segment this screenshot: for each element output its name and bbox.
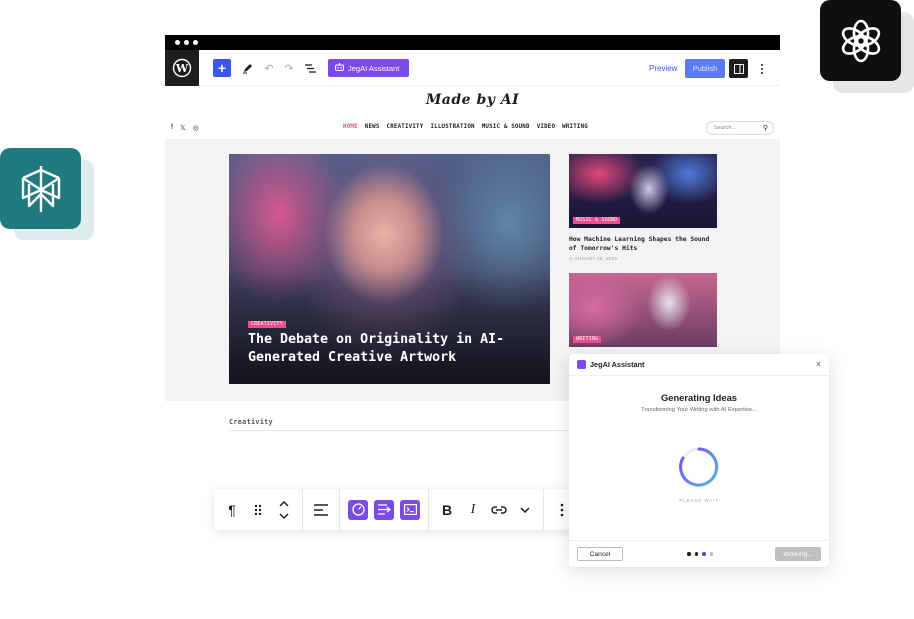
site-title: Made by AI — [425, 92, 520, 108]
nav-item-creativity[interactable]: CREATIVITY — [387, 124, 424, 130]
progress-dot — [709, 552, 713, 556]
working-button: Working... — [775, 547, 821, 561]
block-toolbar-group — [340, 489, 429, 530]
block-toolbar: ¶ B I — [214, 489, 601, 530]
jegai-assistant-button[interactable]: JegAI Assistant — [328, 59, 409, 77]
close-icon[interactable]: × — [816, 359, 821, 369]
please-wait-text: PLEASE WAIT — [679, 498, 719, 503]
nav-item-music-sound[interactable]: MUSIC & SOUND — [482, 124, 530, 130]
jegai-robot-icon — [335, 63, 344, 73]
window-titlebar — [165, 35, 780, 50]
undo-icon[interactable]: ↶ — [260, 59, 278, 77]
hero-post-title[interactable]: The Debate on Originality in AI-Generate… — [248, 331, 548, 367]
pencil-icon[interactable] — [238, 59, 256, 77]
generating-heading: Generating Ideas — [660, 392, 738, 403]
move-up-down-icon[interactable] — [272, 498, 296, 522]
paragraph-icon[interactable]: ¶ — [220, 498, 244, 522]
post-category-badge[interactable]: MUSIC & SOUND — [573, 217, 621, 224]
align-left-icon[interactable] — [309, 498, 333, 522]
block-toolbar-group — [303, 489, 340, 530]
svg-text:W: W — [175, 62, 189, 75]
category-heading: Creativity — [229, 418, 273, 426]
window-dot-icon[interactable] — [175, 40, 180, 45]
list-view-icon[interactable] — [301, 59, 319, 77]
window-dot-icon[interactable] — [184, 40, 189, 45]
instagram-icon[interactable]: ◎ — [193, 124, 199, 132]
window-dot-icon[interactable] — [193, 40, 198, 45]
nav-item-home[interactable]: HOME — [343, 124, 358, 130]
search-icon[interactable]: ⚲ — [763, 124, 768, 132]
modal-title: JegAI Assistant — [590, 360, 645, 369]
perplexity-icon — [21, 165, 60, 212]
site-search-input[interactable]: Search... ⚲ — [706, 121, 774, 135]
publish-button[interactable]: Publish — [685, 59, 725, 78]
search-placeholder: Search... — [714, 125, 737, 131]
progress-dots — [687, 552, 713, 556]
bold-icon[interactable]: B — [435, 498, 459, 522]
openai-icon — [841, 19, 880, 62]
cancel-button[interactable]: Cancel — [577, 547, 623, 561]
block-toolbar-group: ¶ — [214, 489, 303, 530]
post-card-image[interactable]: WRITING — [569, 273, 717, 347]
link-icon[interactable] — [487, 498, 511, 522]
italic-icon[interactable]: I — [461, 498, 485, 522]
hero-post[interactable]: CREATIVITY The Debate on Originality in … — [229, 154, 550, 384]
block-toolbar-group: B I — [429, 489, 544, 530]
editor-window: W + ↶ ↷ JegAI Assistant Preview Publish … — [165, 35, 780, 405]
jegai-assistant-label: JegAI Assistant — [348, 63, 400, 73]
perplexity-logo — [0, 148, 81, 229]
modal-header: JegAI Assistant — [569, 354, 829, 376]
openai-logo — [820, 0, 901, 81]
preview-link[interactable]: Preview — [649, 64, 677, 73]
hero-category-badge[interactable]: CREATIVITY — [248, 321, 286, 328]
nav-item-video[interactable]: VIDEO — [537, 124, 555, 130]
site-navbar: f 𝕏 ◎ HOME NEWS CREATIVITY ILLUSTRATION … — [165, 119, 780, 137]
sidebar-icon — [733, 63, 744, 74]
nav-menu: HOME NEWS CREATIVITY ILLUSTRATION MUSIC … — [343, 124, 588, 130]
post-date-text: AUGUST 25, 2025 — [574, 256, 618, 261]
ai-prompt-icon[interactable] — [400, 499, 420, 520]
facebook-icon[interactable]: f — [171, 124, 173, 132]
more-options-icon[interactable] — [757, 59, 767, 78]
post-category-badge[interactable]: WRITING — [573, 336, 602, 343]
nav-item-news[interactable]: NEWS — [365, 124, 380, 130]
jegai-logo-icon — [577, 360, 586, 369]
settings-sidebar-button[interactable] — [729, 59, 748, 78]
ai-rewrite-icon[interactable] — [374, 499, 394, 520]
generating-subtitle: Transforming Your Writing with AI Expert… — [641, 407, 757, 413]
post-card-image[interactable]: MUSIC & SOUND — [569, 154, 717, 228]
chevron-down-icon[interactable] — [513, 498, 537, 522]
social-links: f 𝕏 ◎ — [171, 124, 199, 132]
modal-footer: Cancel Working... — [569, 540, 829, 567]
progress-dot — [694, 552, 698, 556]
category-divider — [229, 430, 579, 431]
post-card-title[interactable]: How Machine Learning Shapes the Sound of… — [569, 235, 717, 253]
nav-item-writing[interactable]: WRITING — [562, 124, 588, 130]
drag-handle-icon[interactable] — [246, 498, 270, 522]
redo-icon[interactable]: ↷ — [280, 59, 298, 77]
wordpress-logo-button[interactable]: W — [165, 49, 199, 86]
wordpress-icon: W — [172, 58, 192, 77]
add-block-button[interactable]: + — [213, 59, 231, 77]
progress-dot — [702, 552, 706, 556]
loading-spinner-icon — [679, 447, 719, 487]
nav-item-illustration[interactable]: ILLUSTRATION — [430, 124, 474, 130]
jegai-assistant-modal: JegAI Assistant × Generating Ideas Trans… — [569, 354, 829, 567]
x-icon[interactable]: 𝕏 — [180, 124, 186, 132]
post-card-date: ◷ AUGUST 25, 2025 — [569, 256, 618, 261]
ai-gauge-icon[interactable] — [348, 499, 368, 520]
progress-dot — [687, 552, 691, 556]
